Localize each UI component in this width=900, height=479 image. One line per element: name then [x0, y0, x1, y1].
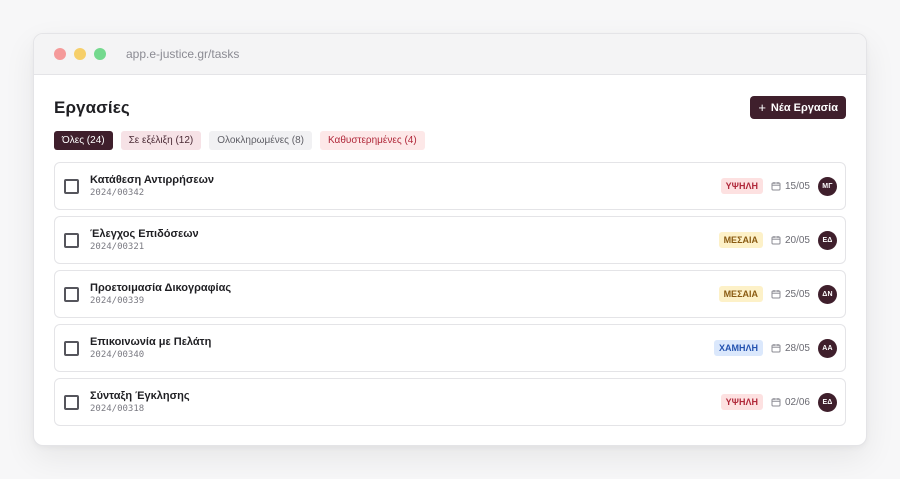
task-text: Σύνταξη Έγκλησης 2024/00318 — [90, 390, 721, 414]
task-text: Έλεγχος Επιδόσεων 2024/00321 — [90, 228, 719, 252]
task-checkbox[interactable] — [64, 232, 79, 248]
calendar-icon — [771, 398, 781, 407]
main-content: Εργασίες + Νέα Εργασία Όλες (24) Σε εξέλ… — [34, 75, 866, 426]
browser-window: app.e-justice.gr/tasks Εργασίες + Νέα Ερ… — [33, 33, 867, 446]
task-meta: ΜΕΣΑΙΑ 20/05 ΕΔ — [718, 230, 837, 250]
task-checkbox[interactable] — [64, 394, 79, 410]
assignee-avatar[interactable]: ΕΔ — [818, 230, 837, 250]
task-text: Προετοιμασία Δικογραφίας 2024/00339 — [90, 282, 719, 306]
title-bar: app.e-justice.gr/tasks — [34, 34, 866, 75]
due-date-text: 15/05 — [784, 180, 810, 192]
priority-badge: ΥΨΗΛΗ — [720, 394, 763, 410]
maximize-window-button[interactable] — [94, 48, 106, 60]
due-date-text: 25/05 — [784, 288, 810, 300]
assignee-avatar[interactable]: ΜΓ — [818, 176, 837, 196]
task-code: 2024/00321 — [90, 242, 145, 252]
task-meta: ΥΨΗΛΗ 02/06 ΕΔ — [720, 392, 837, 412]
priority-badge: ΜΕΣΑΙΑ — [718, 286, 763, 302]
task-title: Έλεγχος Επιδόσεων — [90, 228, 199, 240]
assignee-avatar[interactable]: ΔΝ — [818, 284, 837, 304]
due-date: 20/05 — [771, 235, 810, 246]
due-date: 02/06 — [771, 397, 810, 408]
priority-badge: ΧΑΜΗΛΗ — [713, 340, 763, 356]
task-checkbox[interactable] — [64, 178, 79, 194]
task-list: Κατάθεση Αντιρρήσεων 2024/00342 ΥΨΗΛΗ 15… — [54, 162, 846, 426]
task-row[interactable]: Έλεγχος Επιδόσεων 2024/00321 ΜΕΣΑΙΑ 20/0… — [54, 216, 846, 264]
filter-overdue[interactable]: Καθυστερημένες (4) — [319, 131, 425, 150]
calendar-icon — [771, 344, 781, 353]
new-task-button[interactable]: + Νέα Εργασία — [750, 96, 846, 119]
task-meta: ΥΨΗΛΗ 15/05 ΜΓ — [720, 176, 837, 196]
task-text: Κατάθεση Αντιρρήσεων 2024/00342 — [90, 174, 721, 198]
task-meta: ΜΕΣΑΙΑ 25/05 ΔΝ — [718, 284, 837, 304]
task-code: 2024/00340 — [90, 350, 145, 360]
task-title: Σύνταξη Έγκλησης — [90, 390, 190, 402]
task-row[interactable]: Σύνταξη Έγκλησης 2024/00318 ΥΨΗΛΗ 02/06 … — [54, 378, 846, 426]
task-code: 2024/00342 — [90, 188, 145, 198]
task-code: 2024/00318 — [90, 404, 145, 414]
filter-completed[interactable]: Ολοκληρωμένες (8) — [209, 131, 312, 150]
task-row[interactable]: Κατάθεση Αντιρρήσεων 2024/00342 ΥΨΗΛΗ 15… — [54, 162, 846, 210]
task-title: Προετοιμασία Δικογραφίας — [90, 282, 232, 294]
task-meta: ΧΑΜΗΛΗ 28/05 ΑΑ — [713, 338, 837, 358]
due-date: 25/05 — [771, 289, 810, 300]
task-title: Επικοινωνία με Πελάτη — [90, 336, 212, 348]
filter-in-progress[interactable]: Σε εξέλιξη (12) — [120, 131, 202, 150]
task-checkbox[interactable] — [64, 340, 79, 356]
due-date-text: 02/06 — [784, 396, 810, 408]
due-date: 28/05 — [771, 343, 810, 354]
plus-icon: + — [758, 100, 766, 115]
filter-tabs: Όλες (24) Σε εξέλιξη (12) Ολοκληρωμένες … — [54, 131, 846, 150]
task-row[interactable]: Επικοινωνία με Πελάτη 2024/00340 ΧΑΜΗΛΗ … — [54, 324, 846, 372]
due-date-text: 28/05 — [784, 342, 810, 354]
page-header: Εργασίες + Νέα Εργασία — [54, 96, 846, 119]
calendar-icon — [771, 182, 781, 191]
close-window-button[interactable] — [54, 48, 66, 60]
due-date-text: 20/05 — [784, 234, 810, 246]
task-text: Επικοινωνία με Πελάτη 2024/00340 — [90, 336, 714, 360]
task-checkbox[interactable] — [64, 286, 79, 302]
assignee-avatar[interactable]: ΕΔ — [818, 392, 837, 412]
due-date: 15/05 — [771, 181, 810, 192]
task-title: Κατάθεση Αντιρρήσεων — [90, 174, 214, 186]
assignee-avatar[interactable]: ΑΑ — [818, 338, 837, 358]
filter-all[interactable]: Όλες (24) — [54, 131, 113, 150]
page-title: Εργασίες — [54, 97, 130, 117]
address-bar[interactable]: app.e-justice.gr/tasks — [126, 47, 239, 61]
calendar-icon — [771, 236, 781, 245]
new-task-button-label: Νέα Εργασία — [770, 101, 838, 114]
minimize-window-button[interactable] — [74, 48, 86, 60]
priority-badge: ΜΕΣΑΙΑ — [718, 232, 763, 248]
priority-badge: ΥΨΗΛΗ — [720, 178, 763, 194]
task-code: 2024/00339 — [90, 296, 145, 306]
calendar-icon — [771, 290, 781, 299]
task-row[interactable]: Προετοιμασία Δικογραφίας 2024/00339 ΜΕΣΑ… — [54, 270, 846, 318]
